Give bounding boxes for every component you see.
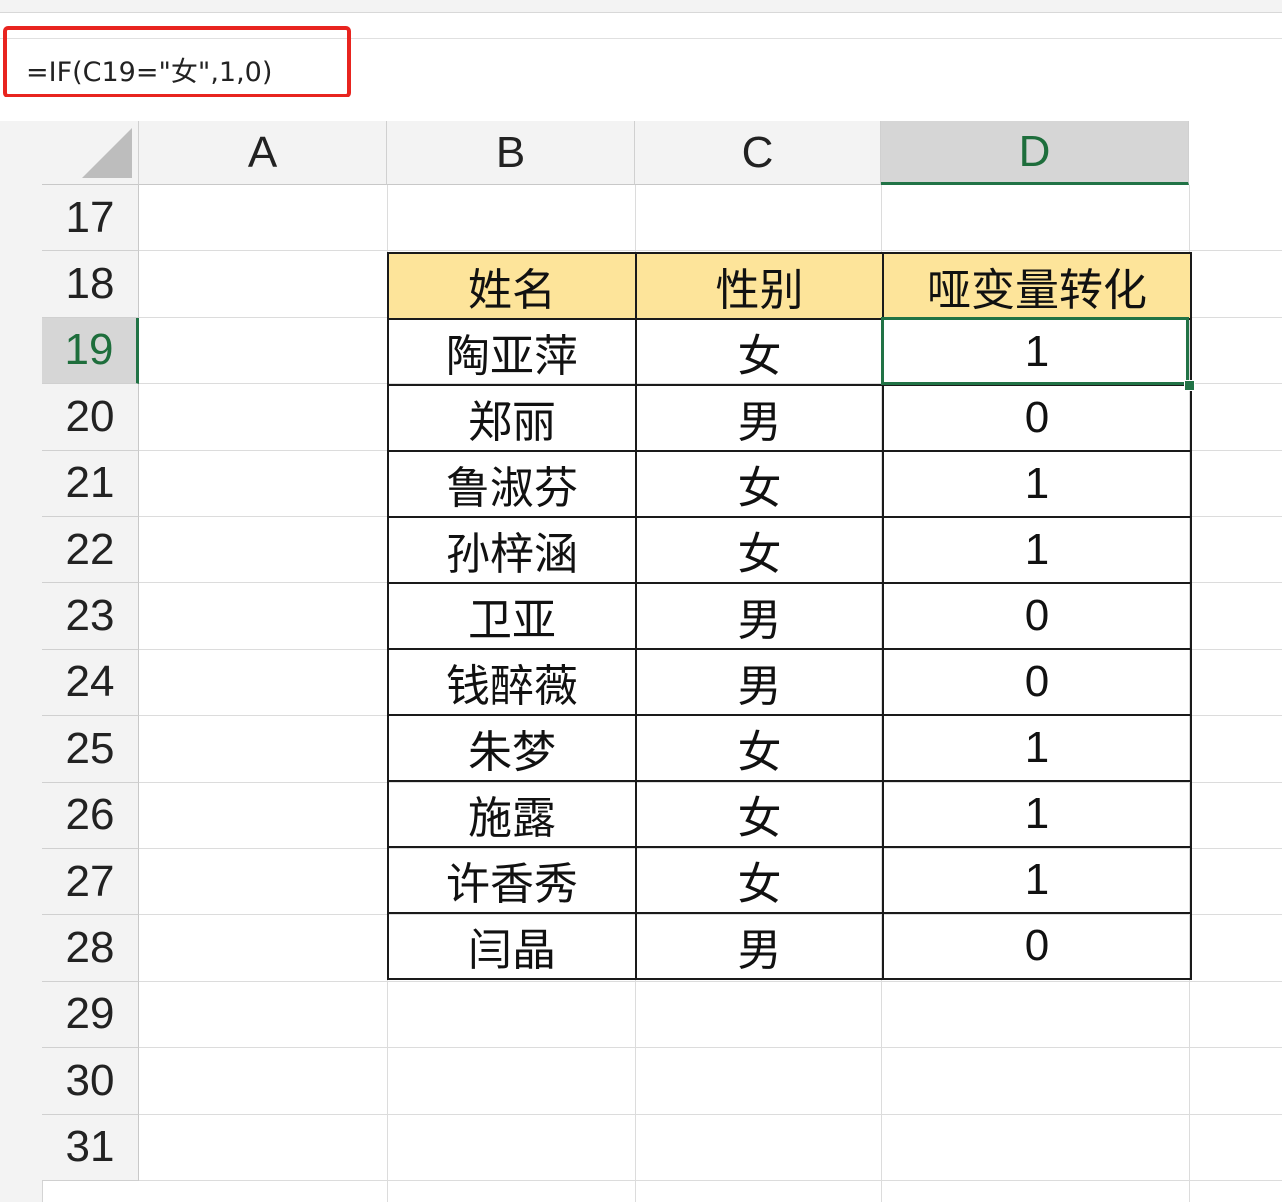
row-header-27[interactable]: 27 bbox=[42, 849, 139, 916]
table-row: 闫晶男 0 bbox=[387, 912, 1192, 980]
row-header-17[interactable]: 17 bbox=[42, 185, 139, 252]
header-dummy-variable[interactable]: 哑变量转化 bbox=[882, 252, 1192, 320]
cell-dummy-value[interactable]: 0 bbox=[882, 648, 1192, 716]
row-header-30[interactable]: 30 bbox=[42, 1048, 139, 1115]
cell-dummy-value[interactable]: 1 bbox=[882, 780, 1192, 848]
table-row: 郑丽男 0 bbox=[387, 384, 1192, 452]
cell-name[interactable]: 施露 bbox=[387, 780, 637, 848]
table-row: 孙梓涵女 1 bbox=[387, 516, 1192, 584]
cell-dummy-value[interactable]: 0 bbox=[882, 384, 1192, 452]
cell-dummy-value[interactable]: 1 bbox=[882, 318, 1192, 386]
cell-name[interactable]: 鲁淑芬 bbox=[387, 450, 637, 518]
gridline bbox=[139, 1113, 1282, 1115]
cell-name[interactable]: 卫亚 bbox=[387, 582, 637, 650]
row-header-23[interactable]: 23 bbox=[42, 583, 139, 650]
table-row: 卫亚男 0 bbox=[387, 582, 1192, 650]
cell-name[interactable]: 闫晶 bbox=[387, 912, 637, 980]
row-header-20[interactable]: 20 bbox=[42, 384, 139, 451]
column-header-a[interactable]: A bbox=[139, 121, 387, 185]
row-header-18[interactable]: 18 bbox=[42, 251, 139, 318]
row-header-26[interactable]: 26 bbox=[42, 782, 139, 849]
row-header-22[interactable]: 22 bbox=[42, 517, 139, 584]
column-header-c[interactable]: C bbox=[635, 121, 881, 185]
cell-gender[interactable]: 女 bbox=[635, 318, 884, 386]
cell-gender[interactable]: 男 bbox=[635, 648, 884, 716]
cell-dummy-value[interactable]: 1 bbox=[882, 846, 1192, 914]
cell-name[interactable]: 许香秀 bbox=[387, 846, 637, 914]
select-all-icon bbox=[82, 128, 132, 178]
cell-name[interactable]: 郑丽 bbox=[387, 384, 637, 452]
header-name[interactable]: 姓名 bbox=[387, 252, 637, 320]
table-row: 陶亚萍女 1 bbox=[387, 318, 1192, 386]
row-header-21[interactable]: 21 bbox=[42, 450, 139, 517]
cell-gender[interactable]: 女 bbox=[635, 516, 884, 584]
cell-gender[interactable]: 女 bbox=[635, 846, 884, 914]
gridline bbox=[139, 980, 1282, 982]
table-header-row: 姓名 性别 哑变量转化 bbox=[387, 252, 1192, 320]
table-row: 许香秀女 1 bbox=[387, 846, 1192, 914]
cell-gender[interactable]: 男 bbox=[635, 912, 884, 980]
cell-name[interactable]: 孙梓涵 bbox=[387, 516, 637, 584]
row-header-24[interactable]: 24 bbox=[42, 649, 139, 717]
column-header-b[interactable]: B bbox=[387, 121, 635, 185]
cell-dummy-value[interactable]: 0 bbox=[882, 582, 1192, 650]
row-header-28[interactable]: 28 bbox=[42, 915, 139, 982]
gridline bbox=[139, 1180, 1282, 1181]
table-row: 钱醉薇男 0 bbox=[387, 648, 1192, 716]
cell-gender[interactable]: 女 bbox=[635, 780, 884, 848]
cell-gender[interactable]: 女 bbox=[635, 714, 884, 782]
cell-dummy-value[interactable]: 1 bbox=[882, 714, 1192, 782]
row-header-25[interactable]: 25 bbox=[42, 716, 139, 783]
header-gender[interactable]: 性别 bbox=[635, 252, 884, 320]
formula-highlight-box bbox=[3, 26, 351, 98]
cell-gender[interactable]: 男 bbox=[635, 384, 884, 452]
column-header-d[interactable]: D bbox=[881, 121, 1189, 185]
cell-name[interactable]: 钱醉薇 bbox=[387, 648, 637, 716]
ribbon-strip bbox=[0, 0, 1282, 13]
row-header-19[interactable]: 19 bbox=[42, 317, 139, 385]
cell-name[interactable]: 陶亚萍 bbox=[387, 318, 637, 386]
data-table: 姓名 性别 哑变量转化 陶亚萍女 1 郑丽男 0 鲁淑芬女 1 孙梓涵女 1 卫亚男 0 钱醉薇男 0… bbox=[387, 252, 1192, 980]
row-header-29[interactable]: 29 bbox=[42, 981, 139, 1049]
cell-name[interactable]: 朱梦 bbox=[387, 714, 637, 782]
cell-dummy-value[interactable]: 1 bbox=[882, 516, 1192, 584]
cell-gender[interactable]: 男 bbox=[635, 582, 884, 650]
cell-gender[interactable]: 女 bbox=[635, 450, 884, 518]
spreadsheet-grid[interactable]: ABCD 17 18 19 20 21 22 23 24 25 26 27 28 29 30 31 姓名 性… bbox=[42, 121, 1282, 1202]
left-margin bbox=[0, 121, 43, 1202]
table-row: 施露女 1 bbox=[387, 780, 1192, 848]
gridline bbox=[139, 1047, 1282, 1049]
toolbar-gap bbox=[0, 97, 1282, 121]
table-row: 鲁淑芬女 1 bbox=[387, 450, 1192, 518]
fill-handle[interactable] bbox=[1184, 380, 1195, 391]
cell-dummy-value[interactable]: 0 bbox=[882, 912, 1192, 980]
cell-dummy-value[interactable]: 1 bbox=[882, 450, 1192, 518]
table-row: 朱梦女 1 bbox=[387, 714, 1192, 782]
row-header-31[interactable]: 31 bbox=[42, 1114, 139, 1181]
select-all-corner[interactable] bbox=[42, 121, 139, 185]
